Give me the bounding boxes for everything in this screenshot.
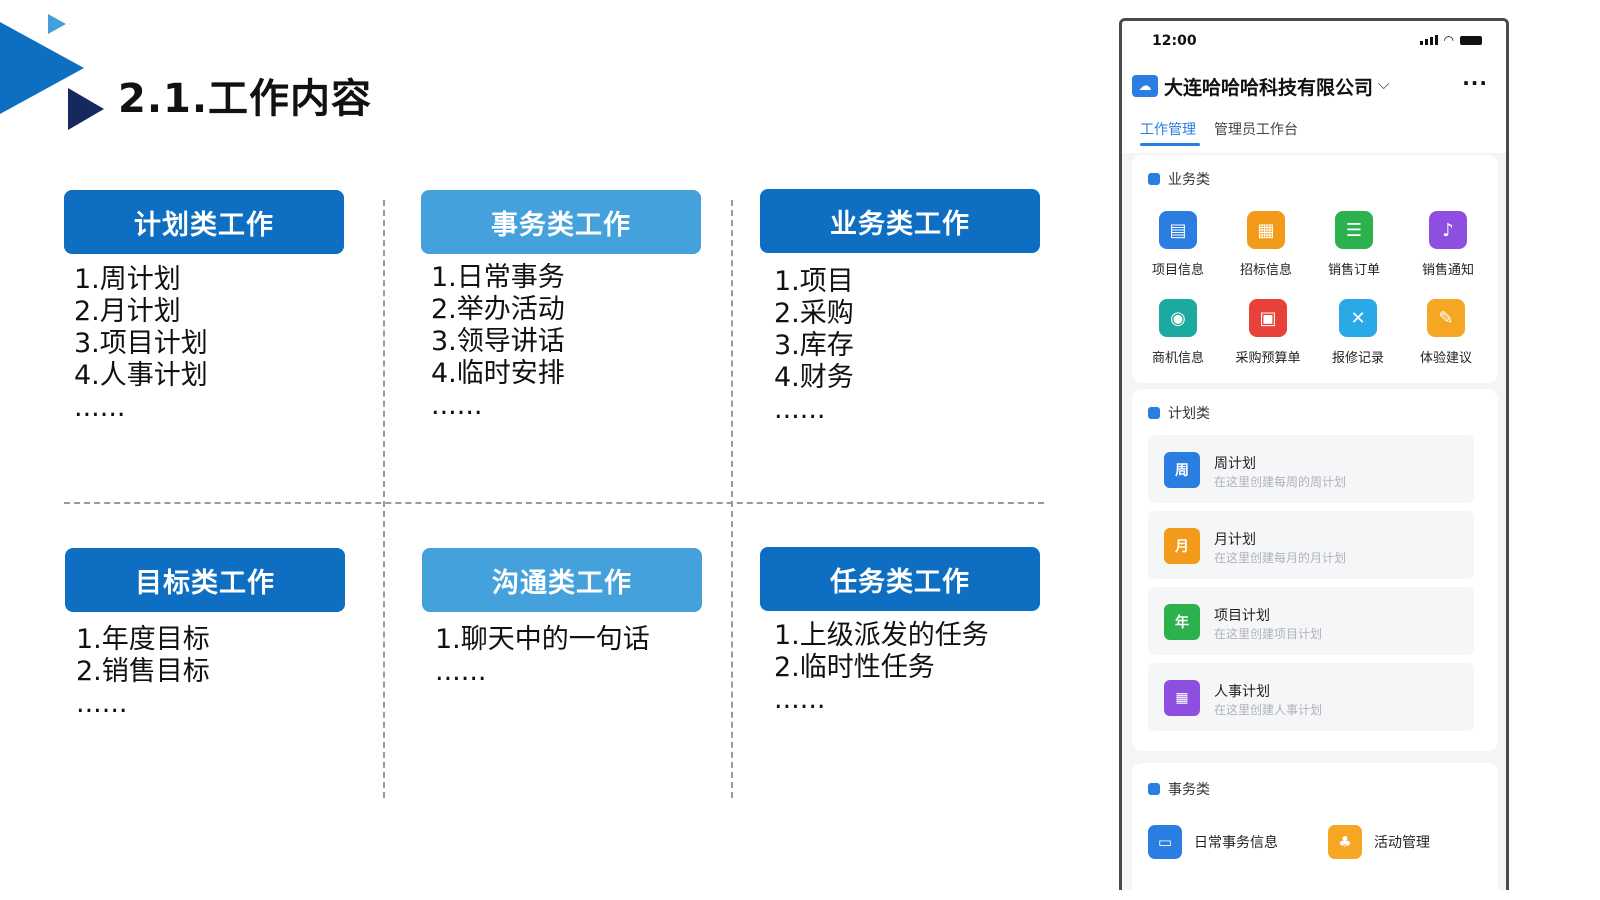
phone-mockup: 12:00 ◠ ☁ 大连哈哈哈科技有限公司 ⌵ ··· 工作管理 管理员工作台 … bbox=[1119, 18, 1509, 890]
card-business-header: 业务类工作 bbox=[760, 189, 1040, 253]
list-item: 3.库存 bbox=[774, 330, 854, 361]
target-icon: ◉ bbox=[1159, 299, 1197, 337]
decor-triangle-small bbox=[48, 14, 66, 34]
list-item: ...... bbox=[774, 394, 826, 425]
section-title: 业务类 bbox=[1168, 172, 1210, 188]
wifi-icon: ◠ bbox=[1443, 33, 1454, 47]
card-task-list: 1.上级派发的任务 2.临时性任务 ...... bbox=[774, 620, 989, 716]
list-item: 4.人事计划 bbox=[74, 360, 208, 391]
card-affairs-list: 1.日常事务 2.举办活动 3.领导讲话 4.临时安排 ...... bbox=[431, 262, 565, 422]
company-switcher[interactable]: 大连哈哈哈科技有限公司 bbox=[1164, 73, 1373, 100]
grid-item-sales-notice[interactable]: ♪ 销售通知 bbox=[1408, 211, 1488, 278]
list-item: 2.销售目标 bbox=[76, 656, 210, 687]
status-bar: 12:00 ◠ bbox=[1122, 21, 1506, 61]
list-item: 3.领导讲话 bbox=[431, 326, 565, 357]
grid-item-purchase-budget[interactable]: ▣ 采购预算单 bbox=[1228, 299, 1308, 366]
plan-section: 计划类 周 周计划 在这里创建每周的周计划 月 月计划 在这里创建每月的月计划 … bbox=[1132, 389, 1498, 751]
calendar-week-icon: 周 bbox=[1164, 452, 1200, 488]
section-icon bbox=[1148, 407, 1160, 419]
slide-title: 2.1.工作内容 bbox=[118, 76, 373, 122]
card-goal-list: 1.年度目标 2.销售目标 ...... bbox=[76, 624, 210, 720]
briefcase-icon: ▭ bbox=[1148, 825, 1182, 859]
list-item: 1.周计划 bbox=[74, 264, 181, 295]
grid-item-opportunity[interactable]: ◉ 商机信息 bbox=[1138, 299, 1218, 366]
list-item: 2.举办活动 bbox=[431, 294, 565, 325]
section-title: 事务类 bbox=[1168, 782, 1210, 798]
plan-item-monthly[interactable]: 月 月计划 在这里创建每月的月计划 bbox=[1148, 511, 1474, 579]
list-item: ...... bbox=[74, 392, 126, 423]
list-item: 2.临时性任务 bbox=[774, 652, 935, 683]
plan-item-hr[interactable]: ▦ 人事计划 在这里创建人事计划 bbox=[1148, 663, 1474, 731]
section-icon bbox=[1148, 173, 1160, 185]
list-item: 1.项目 bbox=[774, 266, 854, 297]
affairs-section: 事务类 ▭ 日常事务信息 ♣ 活动管理 bbox=[1132, 763, 1498, 890]
card-plan-header: 计划类工作 bbox=[64, 190, 344, 254]
list-item: ...... bbox=[774, 684, 826, 715]
document-icon: ▤ bbox=[1159, 211, 1197, 249]
card-communication-list: 1.聊天中的一句话 ...... bbox=[435, 624, 650, 688]
tab-admin-workbench[interactable]: 管理员工作台 bbox=[1214, 119, 1298, 139]
more-icon[interactable]: ··· bbox=[1462, 71, 1488, 95]
list-item: 1.日常事务 bbox=[431, 262, 565, 293]
list-item: ...... bbox=[76, 688, 128, 719]
bell-icon: ♪ bbox=[1429, 211, 1467, 249]
list-icon: ☰ bbox=[1335, 211, 1373, 249]
grid-item-bidding-info[interactable]: ▦ 招标信息 bbox=[1226, 211, 1306, 278]
calendar-year-icon: 年 bbox=[1164, 604, 1200, 640]
divider-horizontal bbox=[64, 502, 1044, 504]
list-item: 2.月计划 bbox=[74, 296, 181, 327]
signal-icon bbox=[1419, 35, 1438, 45]
section-icon bbox=[1148, 783, 1160, 795]
card-communication-header: 沟通类工作 bbox=[422, 548, 702, 612]
chevron-down-icon[interactable]: ⌵ bbox=[1378, 75, 1389, 93]
decor-triangle-dark bbox=[68, 88, 104, 130]
card-plan-list: 1.周计划 2.月计划 3.项目计划 4.人事计划 ...... bbox=[74, 264, 208, 424]
calendar-month-icon: 月 bbox=[1164, 528, 1200, 564]
card-affairs-header: 事务类工作 bbox=[421, 190, 701, 254]
grid-item-feedback[interactable]: ✎ 体验建议 bbox=[1406, 299, 1486, 366]
business-section: 业务类 ▤ 项目信息 ▦ 招标信息 ☰ 销售订单 ♪ 销售通知 ◉ 商机信息 ▣… bbox=[1132, 155, 1498, 383]
section-title: 计划类 bbox=[1168, 406, 1210, 422]
feedback-icon: ✎ bbox=[1427, 299, 1465, 337]
grid-item-repair-record[interactable]: ✕ 报修记录 bbox=[1318, 299, 1398, 366]
calendar-icon: ▦ bbox=[1164, 680, 1200, 716]
status-time: 12:00 bbox=[1152, 33, 1197, 49]
grid-item-project-info[interactable]: ▤ 项目信息 bbox=[1138, 211, 1218, 278]
app-header: ☁ 大连哈哈哈科技有限公司 ⌵ ··· 工作管理 管理员工作台 bbox=[1122, 61, 1506, 153]
file-icon: ▦ bbox=[1247, 211, 1285, 249]
list-item: ...... bbox=[431, 390, 483, 421]
cloud-icon: ☁ bbox=[1132, 75, 1158, 97]
list-item: 1.聊天中的一句话 bbox=[435, 624, 650, 655]
card-task-header: 任务类工作 bbox=[760, 547, 1040, 611]
list-item: 4.财务 bbox=[774, 362, 854, 393]
budget-icon: ▣ bbox=[1249, 299, 1287, 337]
card-goal-header: 目标类工作 bbox=[65, 548, 345, 612]
plan-item-project[interactable]: 年 项目计划 在这里创建项目计划 bbox=[1148, 587, 1474, 655]
list-item: ...... bbox=[435, 656, 487, 687]
battery-icon bbox=[1460, 36, 1482, 45]
list-item: 1.上级派发的任务 bbox=[774, 620, 989, 651]
balloon-icon: ♣ bbox=[1328, 825, 1362, 859]
wrench-icon: ✕ bbox=[1339, 299, 1377, 337]
affairs-item-daily[interactable]: ▭ 日常事务信息 bbox=[1148, 825, 1278, 859]
list-item: 3.项目计划 bbox=[74, 328, 208, 359]
tab-work-management[interactable]: 工作管理 bbox=[1140, 119, 1196, 139]
grid-item-sales-order[interactable]: ☰ 销售订单 bbox=[1314, 211, 1394, 278]
list-item: 4.临时安排 bbox=[431, 358, 565, 389]
divider-vertical-1 bbox=[383, 200, 385, 798]
card-business-list: 1.项目 2.采购 3.库存 4.财务 ...... bbox=[774, 266, 854, 426]
plan-item-weekly[interactable]: 周 周计划 在这里创建每周的周计划 bbox=[1148, 435, 1474, 503]
list-item: 2.采购 bbox=[774, 298, 854, 329]
affairs-item-activity[interactable]: ♣ 活动管理 bbox=[1328, 825, 1430, 859]
tab-active-indicator bbox=[1140, 143, 1200, 146]
list-item: 1.年度目标 bbox=[76, 624, 210, 655]
divider-vertical-2 bbox=[731, 200, 733, 798]
